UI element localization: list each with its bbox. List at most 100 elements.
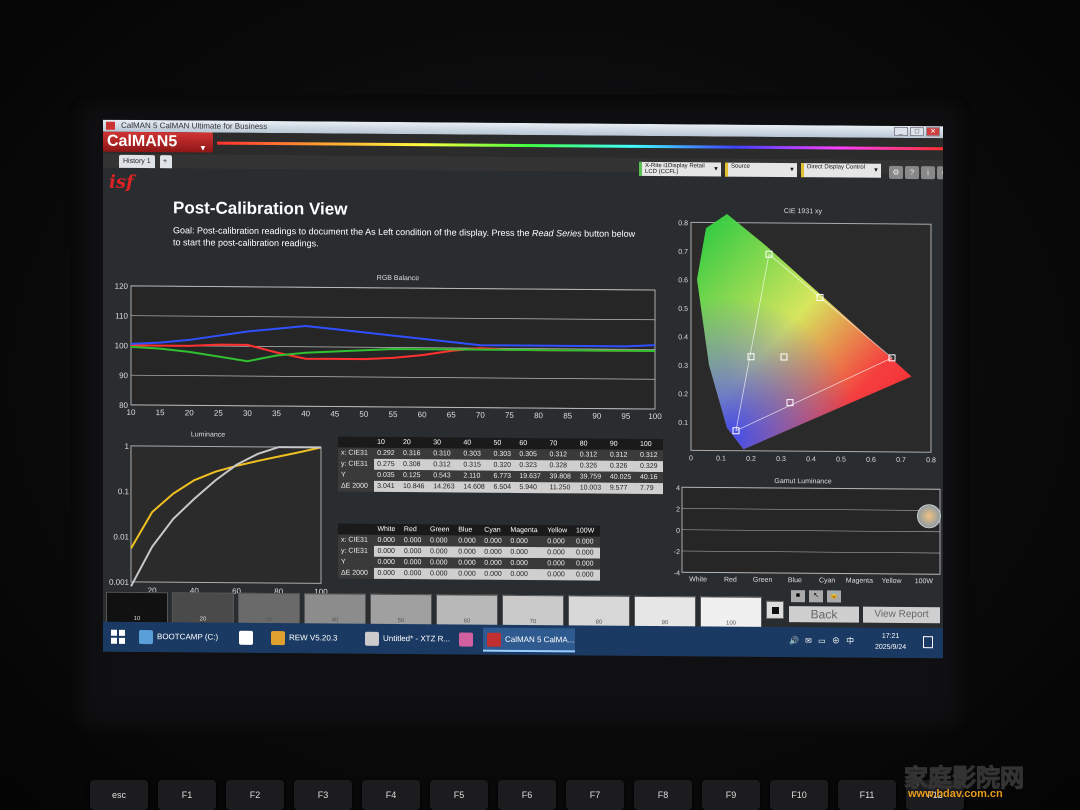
taskbar-item[interactable]: CalMAN 5 CalMA...	[483, 627, 575, 653]
calman-menu-button[interactable]: CalMAN5 ▼	[103, 131, 213, 153]
table-cell: 40.16	[637, 471, 663, 484]
stop-icon[interactable]: ■	[791, 590, 805, 603]
meter-dropdown[interactable]: X-Rite i1Display Retail LCD (CCFL) ▼	[639, 161, 721, 177]
taskbar-item[interactable]: BOOTCAMP (C:)	[135, 625, 231, 650]
taskbar-item-label: CalMAN 5 CalMA...	[505, 634, 575, 645]
table-cell: 0.312	[576, 449, 607, 461]
x-tick-label: 0.1	[716, 456, 726, 463]
table-cell: 0.312	[430, 459, 461, 471]
swatch-40[interactable]: 40	[304, 593, 366, 626]
record-button[interactable]	[766, 600, 784, 620]
display-dropdown[interactable]: Direct Display Control ▼	[801, 163, 881, 178]
swatch-70[interactable]: 70	[502, 594, 564, 628]
calman-logo: CalMAN5	[107, 132, 178, 151]
y-tick-label: 2	[676, 506, 680, 513]
table-cell: 0.000	[481, 546, 508, 558]
y-tick-label: 0.1	[678, 420, 688, 427]
column-header: 90	[606, 438, 637, 450]
swatch-30[interactable]: 30	[238, 592, 300, 626]
clock[interactable]: 17:21 2025/9/24	[875, 631, 906, 653]
source-dropdown[interactable]: Source ▼	[725, 162, 797, 178]
y-tick-label: 0.8	[678, 220, 688, 227]
row-label: ΔE 2000	[338, 480, 375, 492]
ime-indicator[interactable]: 中	[846, 637, 856, 646]
plot-area	[130, 445, 322, 584]
y-tick-label: 90	[119, 371, 128, 380]
swatch-20[interactable]: 20	[172, 592, 234, 625]
swatch-50[interactable]: 50	[370, 593, 432, 627]
clock-date: 2025/9/24	[875, 643, 907, 652]
start-button[interactable]	[111, 629, 125, 644]
taskbar-item[interactable]	[235, 626, 261, 650]
table-cell: 0.000	[455, 568, 482, 580]
lock-icon[interactable]: 🔒	[827, 590, 841, 603]
tab-add-button[interactable]: +	[160, 155, 172, 169]
table-cell: 0.315	[460, 459, 491, 471]
key-f1: F1	[158, 780, 216, 810]
column-header: White	[374, 523, 401, 536]
view-report-button[interactable]: View Report	[863, 606, 940, 624]
laptop-screen: CalMAN 5 CalMAN Ultimate for Business _ …	[103, 119, 943, 659]
x-tick-label: 0.4	[806, 456, 816, 463]
table-cell: 0.000	[481, 557, 508, 569]
column-header: Yellow	[544, 525, 574, 537]
x-tick-label: 55	[389, 410, 398, 419]
x-tick-label: 25	[214, 409, 223, 418]
y-tick-label: 0.3	[678, 363, 688, 370]
y-tick-label: 4	[676, 485, 680, 492]
key-f9: F9	[702, 780, 760, 810]
table-cell: 0.000	[427, 535, 456, 547]
table-cell: 14.608	[460, 481, 491, 493]
x-tick-label: Blue	[788, 577, 802, 584]
table-cell: 0.000	[455, 546, 482, 558]
column-header: 80	[576, 438, 607, 450]
x-tick-label: 35	[272, 409, 281, 418]
close-button[interactable]: ✕	[926, 127, 940, 137]
minimize-button[interactable]: _	[894, 126, 908, 137]
table-cell: 0.000	[400, 557, 427, 569]
taskbar-item[interactable]	[455, 627, 479, 651]
back-button[interactable]: Back	[789, 606, 859, 623]
taskbar-item[interactable]: Untitled* - XTZ R...	[361, 627, 451, 652]
y-tick-label: 0	[676, 528, 680, 535]
info-icon[interactable]: i	[921, 166, 935, 180]
tab-history-1[interactable]: History 1	[119, 154, 155, 169]
settings-icon[interactable]: ⚙	[889, 165, 903, 179]
row-label: x: CIE31	[338, 447, 375, 459]
notifications-icon[interactable]	[923, 636, 933, 649]
swatch-10[interactable]: 10	[106, 591, 168, 625]
cie-chart: 0 0.1 0.2 0.3 0.4 0.5 0.6 0.7 0.8 0.1 0.2 0.3 0.4 0.5…	[678, 214, 936, 464]
taskbar-item[interactable]: REW V5.20.3	[267, 626, 357, 651]
goal-emphasis: Read Series	[532, 228, 582, 239]
table-row[interactable]: ΔE 2000 3.041 10.846 14.263 14.608 6.504 5.940…	[338, 480, 663, 495]
maximize-button[interactable]: □	[910, 127, 924, 137]
x-tick-label: 65	[447, 410, 456, 419]
gamut-luminance-chart: -4 -2 0 2 4 White Red Green Blue Cyan Magenta Yello…	[674, 485, 941, 585]
options-icon[interactable]: ≡	[937, 166, 943, 180]
column-header: 100	[637, 438, 663, 451]
swatch-90[interactable]: 90	[634, 595, 696, 629]
assistant-avatar[interactable]	[917, 504, 941, 529]
pointer-icon[interactable]: ↖	[809, 590, 823, 603]
table-cell: 0.000	[455, 557, 482, 569]
table-cell: 0.310	[430, 448, 461, 460]
table-cell: 0.000	[400, 535, 427, 547]
table-cell: 14.263	[430, 481, 461, 493]
y-tick-label: 1	[125, 442, 130, 451]
table-cell: 0.000	[427, 557, 456, 569]
swatch-80[interactable]: 80	[568, 595, 630, 628]
swatch-100[interactable]: 100	[700, 596, 762, 629]
grayscale-table: 10 20 30 40 50 60 70 80 90 100 x: CIE31 0.292 0.316 0…	[338, 436, 663, 495]
rgb-balance-chart: 80 90 100 110 120 10 15 20 25 30 35 40 45 50 55 60 65 70 7…	[115, 282, 663, 421]
table-cell: 0.000	[507, 568, 545, 581]
x-tick-label: Magenta	[846, 578, 873, 585]
isf-logo: isf	[109, 171, 134, 193]
x-tick-label: 60	[418, 410, 427, 419]
help-icon[interactable]: ?	[905, 166, 919, 180]
table-cell: 0.320	[490, 459, 517, 471]
table-row[interactable]: ΔE 2000 0.000 0.000 0.000 0.000 0.000 0.000 0.0…	[338, 567, 600, 581]
watermark-url: www.hdav.com.cn	[908, 788, 1003, 800]
swatch-60[interactable]: 60	[436, 594, 498, 627]
x-tick-label: Green	[753, 577, 773, 584]
y-tick-label: 0.4	[678, 334, 688, 341]
